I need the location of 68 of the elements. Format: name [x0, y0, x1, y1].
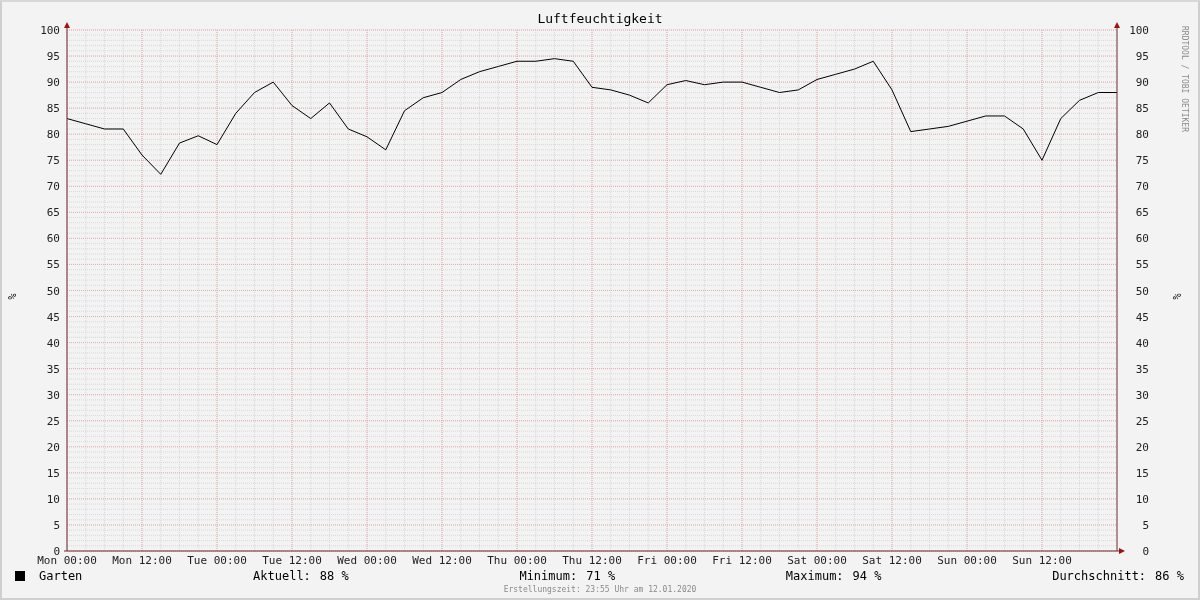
x-tick-label: Thu 00:00	[487, 554, 547, 567]
y-tick-label: 75	[1135, 154, 1149, 168]
x-tick-label: Tue 12:00	[262, 554, 322, 567]
y-tick-label: 20	[1135, 440, 1149, 454]
y-tick-label: 15	[46, 466, 60, 480]
y-tick-label: 95	[46, 50, 60, 64]
x-tick-label: Sat 00:00	[787, 554, 847, 567]
y-tick-label: 55	[1135, 258, 1149, 272]
x-tick-label: Sat 12:00	[862, 554, 922, 567]
y-tick-label: 35	[1135, 362, 1149, 376]
y-tick-label: 30	[1135, 388, 1149, 402]
y-tick-label: 40	[1135, 336, 1149, 350]
chart-title: Luftfeuchtigkeit	[537, 12, 663, 28]
y-tick-label: 45	[1135, 310, 1149, 324]
y-tick-label: 60	[1135, 232, 1149, 246]
y-axis-label: %	[6, 293, 18, 299]
y-tick-label: 50	[1135, 284, 1149, 298]
stat-value: 88 %	[319, 569, 349, 583]
x-tick-label: Sun 00:00	[937, 554, 997, 567]
legend-name: Garten	[39, 569, 83, 583]
x-tick-label: Mon 12:00	[112, 554, 172, 567]
y-tick-label: 80	[46, 128, 60, 142]
y-tick-label: 95	[1135, 50, 1149, 64]
x-tick-label: Fri 12:00	[712, 554, 772, 567]
stat-value: 71 %	[586, 569, 616, 583]
y-tick-label: 90	[46, 76, 60, 90]
y-tick-label: 60	[46, 232, 60, 246]
y-tick-label: 50	[46, 284, 60, 298]
y-tick-label: 70	[46, 180, 60, 194]
x-tick-label: Sun 12:00	[1012, 554, 1072, 567]
stat-label: Maximum:	[785, 569, 844, 583]
watermark-text: RRDTOOL / TOBI OETIKER	[1180, 26, 1189, 132]
x-tick-label: Fri 00:00	[637, 554, 697, 567]
y-tick-label: 45	[46, 310, 60, 324]
y-tick-label: 55	[46, 258, 60, 272]
y-tick-label: 85	[46, 102, 60, 116]
y-tick-label: 100	[1129, 24, 1149, 37]
stat-value: 94 %	[852, 569, 882, 583]
stat-value: 86 %	[1155, 569, 1184, 583]
y-tick-label: 15	[1135, 466, 1149, 480]
y-tick-label: 70	[1135, 180, 1149, 194]
y-tick-label: 100	[40, 24, 60, 37]
y-tick-label: 10	[46, 492, 60, 506]
x-tick-label: Wed 12:00	[412, 554, 472, 567]
y-tick-label: 25	[46, 414, 60, 428]
y-tick-label: 0	[1142, 545, 1149, 558]
y-tick-label: 5	[53, 518, 60, 532]
y-tick-label: 35	[46, 362, 60, 376]
y-tick-label: 85	[1135, 102, 1149, 116]
y-tick-label: 80	[1135, 128, 1149, 142]
stat-label: Minimum:	[519, 569, 578, 583]
stat-label: Durchschnitt:	[1052, 569, 1147, 583]
y-tick-label: 75	[46, 154, 60, 168]
y-tick-label: 10	[1135, 492, 1149, 506]
y-tick-label: 20	[46, 440, 60, 454]
x-tick-label: Tue 00:00	[187, 554, 247, 567]
y-tick-label: 65	[1135, 206, 1149, 220]
stat-label: Aktuell:	[253, 569, 311, 583]
y-axis-label: %	[1170, 293, 1182, 299]
x-tick-label: Thu 12:00	[562, 554, 622, 567]
y-tick-label: 30	[46, 388, 60, 402]
y-tick-label: 65	[46, 206, 60, 220]
y-tick-label: 25	[1135, 414, 1149, 428]
y-tick-label: 90	[1135, 76, 1149, 90]
y-tick-label: 40	[46, 336, 60, 350]
y-tick-label: 5	[1142, 518, 1149, 532]
x-tick-label: Wed 00:00	[337, 554, 397, 567]
creation-time: Erstellungszeit: 23:55 Uhr am 12.01.2020	[503, 585, 697, 594]
